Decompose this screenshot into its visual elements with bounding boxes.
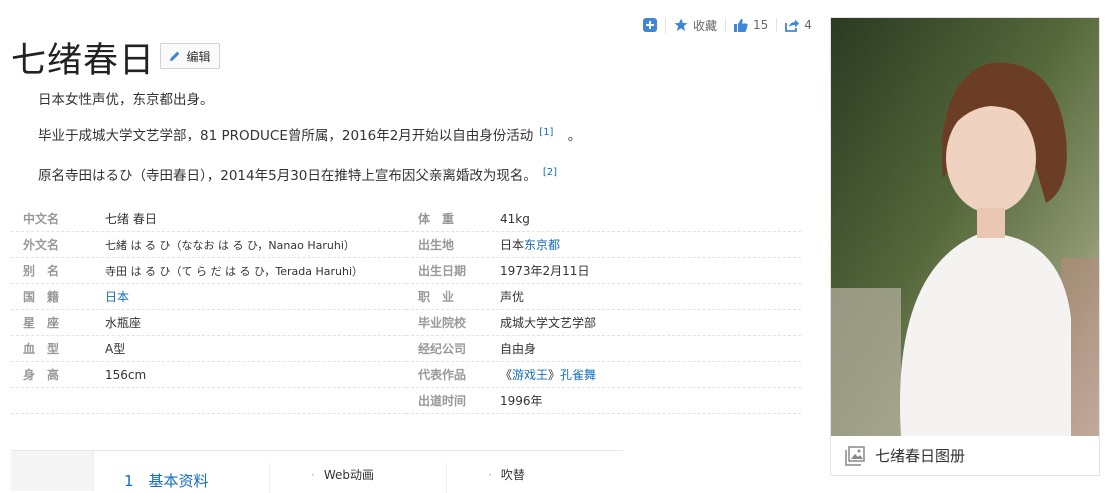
summary-paragraph-1: 日本女性声优，东京都出身。	[38, 88, 214, 108]
info-label: 出生日期	[418, 264, 467, 278]
add-button[interactable]	[643, 18, 665, 32]
info-row: 出生地 日本东京都	[406, 232, 801, 258]
info-value: 成城大学文艺学部	[500, 316, 597, 330]
info-label: 代表作品	[418, 368, 467, 382]
work-mid: 》	[548, 368, 561, 382]
summary-paragraph-2: 毕业于成城大学文艺学部，81 PRODUCE曾所属，2016年2月开始以自由身份…	[38, 124, 582, 145]
work-prefix: 《	[500, 368, 513, 382]
photo-album-link[interactable]: 七绪春日图册	[831, 436, 1099, 475]
info-value: 七绪 春日	[105, 212, 157, 226]
info-row: 出道时间 1996年	[406, 388, 801, 414]
toc-item-web-anime[interactable]: Web动画	[311, 466, 374, 483]
toc-item-dubbing[interactable]: 吹替	[488, 466, 525, 483]
info-value: 1996年	[500, 394, 543, 408]
portrait-illustration	[831, 18, 1099, 436]
page-title: 七绪春日	[11, 41, 156, 81]
info-row: 别 名 寺田 は る ひ（て ら だ は る ひ，Terada Haruhi）	[11, 258, 406, 284]
star-icon	[674, 18, 688, 31]
info-row-empty	[11, 388, 406, 414]
info-value: 日本东京都	[500, 236, 560, 253]
summary-text-2: 毕业于成城大学文艺学部，81 PRODUCE曾所属，2016年2月开始以自由身份…	[38, 128, 534, 144]
like-count: 15	[753, 18, 769, 32]
share-icon	[785, 19, 800, 32]
infobox-left: 中文名 七绪 春日 外文名 七緒 は る ひ（ななお は る ひ，Nanao Har…	[11, 206, 406, 414]
country-link[interactable]: 日本	[105, 290, 129, 304]
info-value: 水瓶座	[105, 316, 142, 330]
info-row: 出生日期 1973年2月11日	[406, 258, 801, 284]
reference-link-2[interactable]: [2]	[543, 167, 557, 178]
summary-paragraph-3: 原名寺田はるひ（寺田春日），2014年5月30日在推特上宣布因父亲离婚改为现名。…	[38, 164, 557, 185]
info-label: 体 重	[418, 212, 455, 226]
summary-text-2-end: 。	[567, 128, 582, 144]
gallery-icon	[845, 445, 865, 466]
share-button[interactable]: 4	[776, 18, 820, 32]
info-row: 职 业 声优	[406, 284, 801, 310]
info-label: 毕业院校	[418, 316, 467, 330]
summary-text-3: 原名寺田はるひ（寺田春日），2014年5月30日在推特上宣布因父亲离婚改为现名。	[38, 168, 537, 184]
profile-photo[interactable]	[831, 18, 1099, 436]
info-label: 血 型	[23, 342, 60, 356]
work-link-2[interactable]: 孔雀舞	[560, 368, 596, 382]
info-value: 日本	[105, 288, 129, 305]
info-label: 中文名	[23, 212, 60, 226]
info-value: 156cm	[105, 367, 147, 382]
pencil-icon	[170, 51, 180, 61]
info-row: 代表作品 《游戏王》孔雀舞	[406, 362, 801, 388]
info-row: 体 重 41kg	[406, 206, 801, 232]
info-row: 国 籍 日本	[11, 284, 406, 310]
info-row: 身 高 156cm	[11, 362, 406, 388]
info-label: 出道时间	[418, 394, 467, 408]
toc-sidebar	[11, 451, 94, 491]
info-label: 国 籍	[23, 290, 60, 304]
info-row: 星 座 水瓶座	[11, 310, 406, 336]
thumbs-up-icon	[734, 18, 748, 32]
edit-label: 编辑	[186, 49, 211, 64]
toc-divider	[446, 463, 447, 493]
info-value: 声优	[500, 290, 525, 304]
info-label: 身 高	[23, 368, 60, 382]
plus-icon	[643, 18, 657, 32]
reference-link-1[interactable]: [1]	[539, 127, 553, 138]
photo-card: 七绪春日图册	[830, 17, 1100, 476]
info-label: 职 业	[418, 290, 455, 304]
share-count: 4	[804, 18, 812, 32]
info-value: 1973年2月11日	[500, 264, 590, 278]
info-label: 经纪公司	[418, 342, 467, 356]
work-link-1[interactable]: 游戏王	[512, 368, 548, 382]
edit-button[interactable]: 编辑	[160, 43, 220, 69]
birthplace-link[interactable]: 东京都	[524, 238, 560, 252]
info-value: A型	[105, 342, 126, 356]
info-label: 出生地	[418, 238, 455, 252]
info-row: 中文名 七绪 春日	[11, 206, 406, 232]
info-label: 别 名	[23, 264, 60, 278]
infobox-right: 体 重 41kg 出生地 日本东京都 出生日期 1973年2月11日 职 业 声优 毕业…	[406, 206, 801, 414]
like-button[interactable]: 15	[725, 18, 776, 32]
info-row: 毕业院校 成城大学文艺学部	[406, 310, 801, 336]
info-label: 星 座	[23, 316, 60, 330]
album-label: 七绪春日图册	[875, 447, 966, 465]
info-row: 血 型 A型	[11, 336, 406, 362]
info-value: 七緒 は る ひ（ななお は る ひ，Nanao Haruhi）	[105, 238, 355, 252]
info-value: 《游戏王》孔雀舞	[500, 366, 596, 383]
info-row: 外文名 七緒 は る ひ（ななお は る ひ，Nanao Haruhi）	[11, 232, 406, 258]
summary-text-1: 日本女性声优，东京都出身。	[38, 92, 214, 108]
action-bar: 收藏 15 4	[643, 16, 820, 34]
favorite-button[interactable]: 收藏	[665, 16, 725, 34]
favorite-label: 收藏	[693, 18, 718, 33]
info-label: 外文名	[23, 238, 60, 252]
info-value: 寺田 は る ひ（て ら だ は る ひ，Terada Haruhi）	[105, 264, 364, 278]
info-row: 经纪公司 自由身	[406, 336, 801, 362]
toc-section-1[interactable]: 1 基本资料	[124, 470, 209, 491]
toc-divider	[269, 463, 270, 493]
birthplace-prefix: 日本	[500, 238, 525, 252]
info-value: 自由身	[500, 342, 537, 356]
info-value: 41kg	[500, 211, 530, 226]
